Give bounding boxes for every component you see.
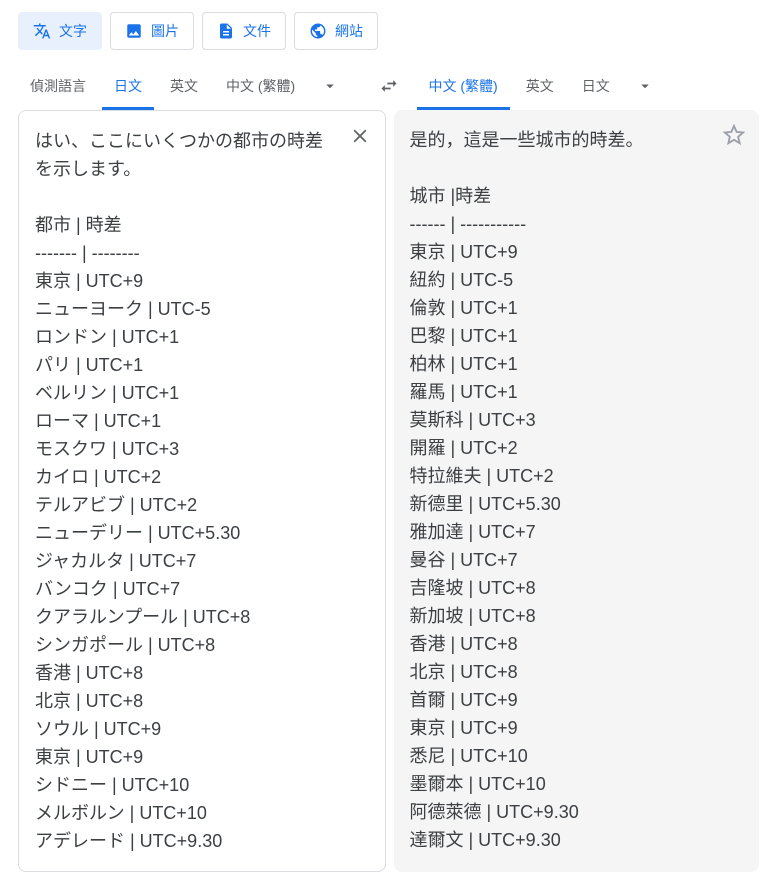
swap-languages-button[interactable] <box>361 68 417 104</box>
source-panel[interactable]: はい、ここにいくつかの都市の時差を示します。 都市 | 時差 ------- |… <box>18 110 386 872</box>
tab-text[interactable]: 文字 <box>18 12 102 50</box>
source-lang-chinese-trad[interactable]: 中文 (繁體) <box>214 62 307 110</box>
target-lang-dropdown[interactable] <box>626 69 664 103</box>
source-lang-group: 偵測語言 日文 英文 中文 (繁體) <box>18 62 361 110</box>
input-type-tabs: 文字 圖片 文件 網站 <box>8 0 769 62</box>
globe-icon <box>309 22 327 40</box>
chevron-down-icon <box>636 77 654 95</box>
tab-text-label: 文字 <box>59 21 87 41</box>
swap-icon <box>379 76 399 96</box>
translate-icon <box>33 22 51 40</box>
language-bar: 偵測語言 日文 英文 中文 (繁體) 中文 (繁體) 英文 日文 <box>8 62 769 110</box>
document-icon <box>217 22 235 40</box>
close-icon <box>349 125 371 147</box>
clear-source-button[interactable] <box>349 125 371 147</box>
target-lang-chinese-trad[interactable]: 中文 (繁體) <box>417 62 510 110</box>
chevron-down-icon <box>321 77 339 95</box>
source-text[interactable]: はい、ここにいくつかの都市の時差を示します。 都市 | 時差 ------- |… <box>35 127 341 855</box>
tab-website-label: 網站 <box>335 21 363 41</box>
tab-website[interactable]: 網站 <box>294 12 378 50</box>
tab-image[interactable]: 圖片 <box>110 12 194 50</box>
save-translation-button[interactable] <box>723 124 745 146</box>
target-lang-group: 中文 (繁體) 英文 日文 <box>417 62 760 110</box>
source-lang-detect[interactable]: 偵測語言 <box>18 62 98 110</box>
tab-document-label: 文件 <box>243 21 271 41</box>
source-lang-dropdown[interactable] <box>311 69 349 103</box>
star-icon <box>723 124 745 146</box>
target-panel: 是的，這是一些城市的時差。 城市 |時差 ------ | ----------… <box>394 110 760 872</box>
translation-panels: はい、ここにいくつかの都市の時差を示します。 都市 | 時差 ------- |… <box>8 110 769 872</box>
tab-image-label: 圖片 <box>151 21 179 41</box>
source-lang-japanese[interactable]: 日文 <box>102 62 154 110</box>
tab-document[interactable]: 文件 <box>202 12 286 50</box>
image-icon <box>125 22 143 40</box>
target-text: 是的，這是一些城市的時差。 城市 |時差 ------ | ----------… <box>410 126 716 854</box>
source-lang-english[interactable]: 英文 <box>158 62 210 110</box>
target-lang-japanese[interactable]: 日文 <box>570 62 622 110</box>
target-lang-english[interactable]: 英文 <box>514 62 566 110</box>
